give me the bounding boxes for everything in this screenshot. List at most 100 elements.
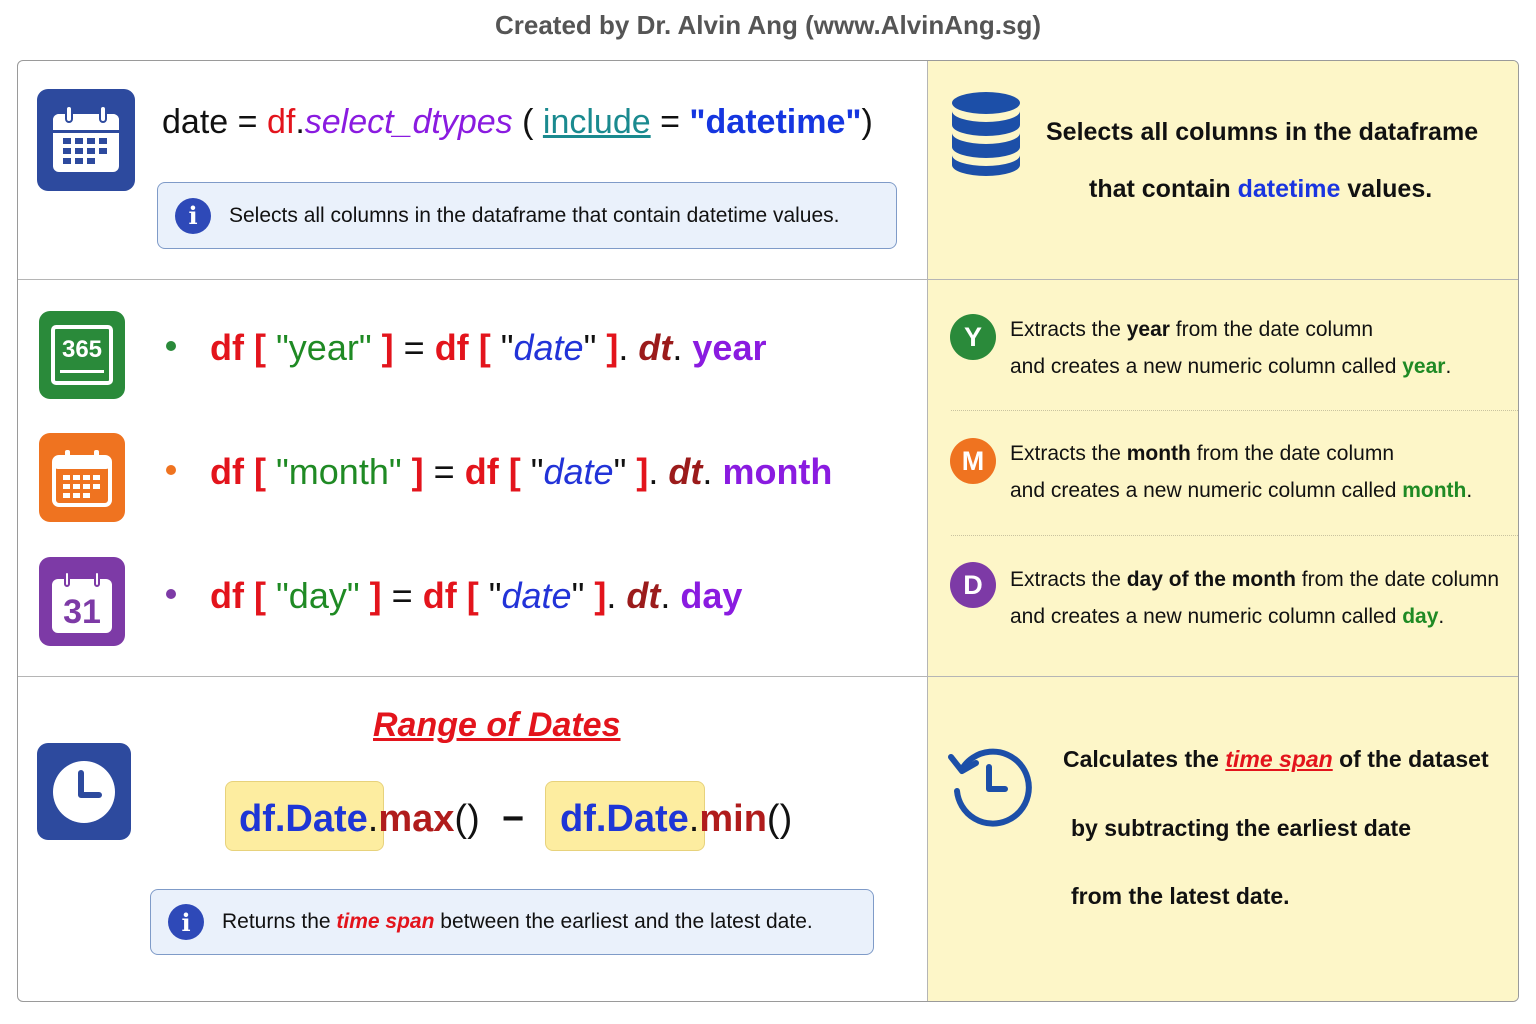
text-run: . <box>1438 605 1445 628</box>
time-span-highlight: time span <box>1225 746 1333 772</box>
datetime-highlight: datetime <box>1237 175 1341 203</box>
code-token: date <box>543 451 614 492</box>
code-token: dt <box>668 451 703 492</box>
time-span-description-line2: by subtracting the earliest date <box>1071 815 1411 841</box>
select-description-line1: Selects all columns in the dataframe <box>1046 118 1479 146</box>
day-badge: D <box>950 562 996 608</box>
text-run: month <box>1402 479 1467 502</box>
year-badge: Y <box>950 314 996 360</box>
day-description: Extracts the day of the month from the d… <box>1010 561 1499 635</box>
code-token: "year" <box>276 327 372 368</box>
code-token: = <box>433 451 455 492</box>
code-token: max <box>378 798 455 840</box>
code-token: "day" <box>276 575 360 616</box>
minus-sign: − <box>502 798 525 840</box>
clock-icon <box>37 743 131 840</box>
code-token: [ <box>508 451 521 492</box>
year-description: Extracts the year from the date column a… <box>1010 311 1451 385</box>
text-run: . <box>1445 355 1452 378</box>
divider <box>18 279 1518 280</box>
range-title: Range of Dates <box>373 706 621 744</box>
text-run: values. <box>1347 175 1433 203</box>
code-token: = <box>391 575 413 616</box>
code-token: ] <box>381 327 394 368</box>
text-run: from the date column <box>1175 318 1374 341</box>
select-description-line2: that contain datetime values. <box>1089 175 1432 204</box>
code-token: day <box>680 575 743 616</box>
text-run: year <box>1126 318 1170 341</box>
code-token: dt <box>638 327 673 368</box>
code-token: . <box>367 798 379 840</box>
code-token: include <box>542 103 651 141</box>
month-badge: M <box>950 438 996 484</box>
info-text: Returns the time span between the earlie… <box>222 910 813 934</box>
code-token: [ <box>254 451 266 492</box>
dotted-divider <box>951 535 1518 536</box>
info-text: Selects all columns in the dataframe tha… <box>229 203 840 227</box>
code-token: dt <box>626 575 661 616</box>
text-run: from the date column <box>1196 442 1394 465</box>
code-token: "datetime" <box>689 103 862 141</box>
bullet-icon <box>166 589 176 600</box>
code-token: " <box>571 575 585 616</box>
code-token: df <box>464 451 499 492</box>
database-icon <box>950 91 1022 182</box>
calendar-number: 31 <box>63 592 101 631</box>
code-token: year <box>692 327 767 368</box>
code-token: . <box>672 327 683 368</box>
text-run: year <box>1402 355 1446 378</box>
text-run: Calculates the <box>1063 746 1219 772</box>
text-run: of the dataset <box>1339 746 1489 772</box>
time-span-description-line1: Calculates the time span of the dataset <box>1063 746 1489 773</box>
text-run: Returns the <box>222 910 331 933</box>
text-run: and creates a new numeric column called <box>1010 355 1397 378</box>
code-token: [ <box>478 327 491 368</box>
code-token: df <box>266 103 296 141</box>
info-box: i Returns the time span between the earl… <box>150 889 874 955</box>
code-token: . <box>295 103 305 141</box>
code-token: . <box>648 451 659 492</box>
divider <box>18 676 1518 677</box>
code-token: [ <box>466 575 479 616</box>
code-token: ] <box>369 575 382 616</box>
text-run: that contain <box>1089 175 1231 203</box>
code-token: " <box>488 575 502 616</box>
code-token: " <box>583 327 597 368</box>
code-token: . <box>688 798 700 840</box>
infographic-frame: date = df.select_dtypes ( include = "dat… <box>17 60 1519 1002</box>
code-token: ] <box>636 451 649 492</box>
code-token: ] <box>606 327 619 368</box>
code-token: month <box>722 451 833 492</box>
text-run: Extracts the <box>1010 442 1121 465</box>
bullet-icon <box>166 465 176 476</box>
time-span-description-line3: from the latest date. <box>1071 883 1290 909</box>
code-token: () <box>766 798 793 840</box>
code-token: ) <box>861 103 873 141</box>
select-dtypes-code: date = df.select_dtypes ( include = "dat… <box>162 103 873 142</box>
code-token: ] <box>594 575 607 616</box>
code-token: min <box>699 798 767 840</box>
credit-header: Created by Dr. Alvin Ang (www.AlvinAng.s… <box>494 10 1042 40</box>
code-token: " <box>500 327 514 368</box>
text-run: between the earliest and the latest date… <box>440 910 813 933</box>
calendar-365-icon: 365 <box>39 311 125 399</box>
code-token: = <box>403 327 425 368</box>
code-token: . <box>660 575 671 616</box>
code-token: select_dtypes <box>304 103 513 141</box>
text-run: and creates a new numeric column called <box>1010 479 1397 502</box>
text-run: day <box>1402 605 1439 628</box>
code-token: date <box>513 327 584 368</box>
text-run: . <box>1466 479 1473 502</box>
code-token: "month" <box>276 451 402 492</box>
calendar-icon <box>37 89 135 191</box>
info-icon: i <box>168 904 204 940</box>
code-token: " <box>613 451 627 492</box>
bullet-icon <box>166 341 176 352</box>
code-month: df [ "month" ] = df [ "date" ]. dt. mont… <box>166 451 832 493</box>
text-run: and creates a new numeric column called <box>1010 605 1397 628</box>
calendar-grid-icon <box>39 433 125 522</box>
code-token: [ <box>254 575 266 616</box>
code-year: df [ "year" ] = df [ "date" ]. dt. year <box>166 327 766 369</box>
code-token: df.Date <box>560 798 689 840</box>
min-code: df.Date.min() <box>560 798 792 841</box>
